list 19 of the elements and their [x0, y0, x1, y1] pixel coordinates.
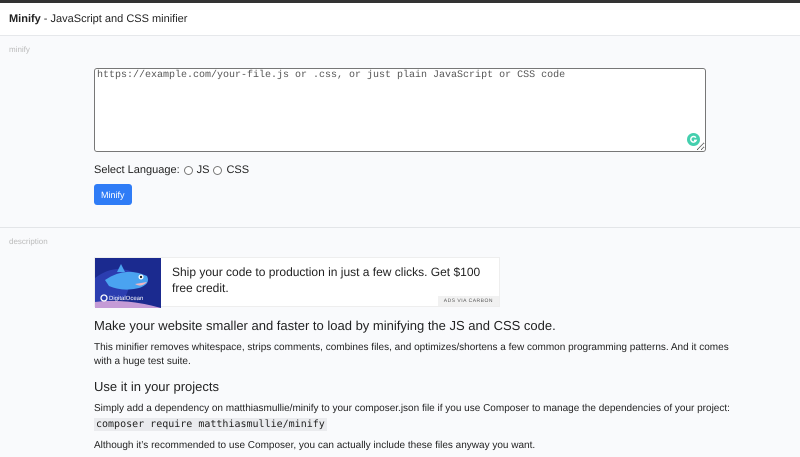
- section-subheading: Use it in your projects: [94, 379, 220, 394]
- radio-label[interactable]: CSS: [226, 164, 250, 176]
- language-label: Select Language:: [94, 164, 180, 176]
- ad-text[interactable]: Ship your code to production in just a few clicks. Get $100 free credit.: [161, 258, 499, 296]
- radio-button[interactable]: [184, 166, 193, 174]
- app-name: Minify: [9, 13, 41, 25]
- radio-button[interactable]: [213, 166, 222, 174]
- section-label: description: [8, 236, 48, 246]
- radio-label[interactable]: JS: [196, 164, 210, 176]
- code-input-field[interactable]: https://example.com/your-file.js or .css, or just plain JavaScript or CSS code: [94, 68, 706, 152]
- minify-button[interactable]: Minify: [94, 184, 132, 205]
- grammar-check-icon[interactable]: [687, 133, 700, 146]
- section-label: minify: [8, 44, 30, 54]
- body-text: Although it’s recommended to use Composer, you can actually include these files anyway you want.: [94, 439, 536, 453]
- app-subtitle: - JavaScript and CSS minifier: [44, 13, 188, 25]
- code-snippet: composer require matthiasmullie/minify: [94, 418, 327, 431]
- section-heading: Make your website smaller and faster to load by minifying the JS and CSS code.: [94, 318, 557, 333]
- body-text: This minifier removes whitespace, strips comments, combines files, and optimizes/shortens a few common programming patterns. And it comes with a huge test suite.: [94, 341, 730, 369]
- body-text: Simply add a dependency on matthiasmullie/minify to your composer.json file if you use Composer to manage the dependencies of your project:: [94, 402, 731, 416]
